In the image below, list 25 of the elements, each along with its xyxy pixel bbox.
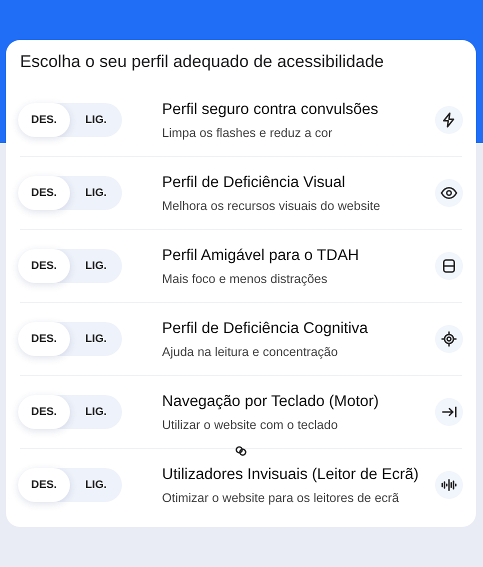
sound-wave-icon	[435, 471, 463, 499]
on-off-toggle[interactable]: DES. LIG.	[18, 468, 122, 502]
profile-title: Perfil de Deficiência Cognitiva	[162, 320, 369, 338]
link-icon	[234, 444, 248, 458]
profile-title: Perfil Amigável para o TDAH	[162, 246, 360, 264]
profile-description: Ajuda na leitura e concentração	[162, 344, 339, 358]
target-icon	[435, 325, 463, 353]
profile-title: Navegação por Teclado (Motor)	[162, 392, 380, 410]
profile-description: Utilizar o website com o teclado	[162, 418, 339, 432]
profile-description: Limpa os flashes e reduz a cor	[162, 126, 334, 140]
eye-icon	[435, 179, 463, 207]
on-off-toggle[interactable]: DES. LIG.	[18, 103, 122, 137]
profile-title: Utilizadores Invisuais (Leitor de Ecrã)	[162, 466, 420, 484]
profile-title: Perfil seguro contra convulsões	[162, 100, 380, 118]
panel-title: Escolha o seu perfil adequado de acessibilidade	[20, 52, 385, 72]
profile-title: Perfil de Deficiência Visual	[162, 174, 346, 192]
profile-description: Otimizar o website para os leitores de ecrã	[162, 490, 400, 504]
lightning-icon	[435, 106, 463, 134]
on-off-toggle[interactable]: DES. LIG.	[18, 176, 122, 210]
profile-description: Mais foco e menos distrações	[162, 272, 328, 286]
arrow-to-bar-icon	[435, 398, 463, 426]
on-off-toggle[interactable]: DES. LIG.	[18, 395, 122, 429]
profile-description: Melhora os recursos visuais do website	[162, 198, 382, 212]
on-off-toggle[interactable]: DES. LIG.	[18, 249, 122, 283]
on-off-toggle[interactable]: DES. LIG.	[18, 322, 122, 356]
